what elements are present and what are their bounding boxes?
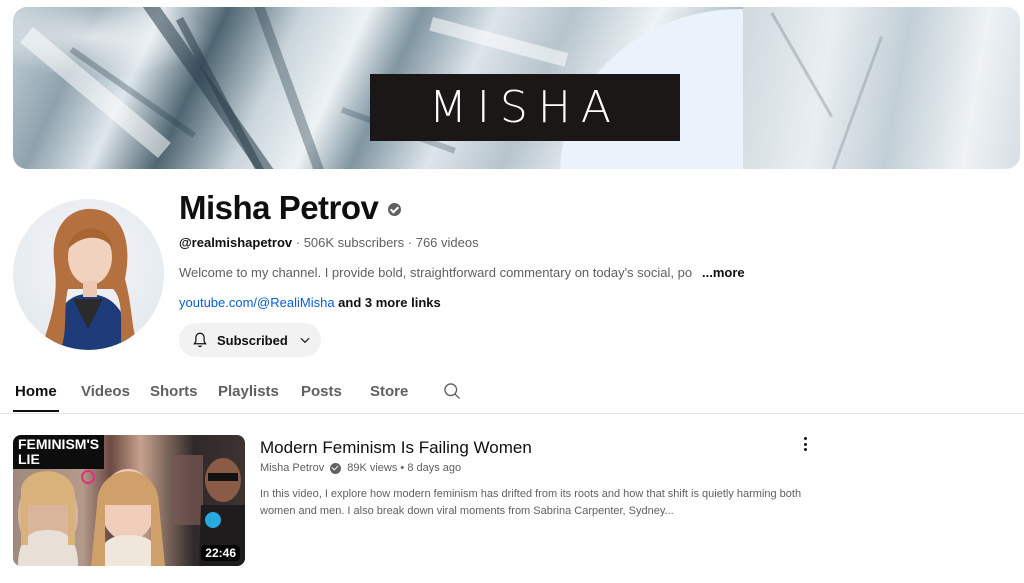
bell-icon [193,332,207,348]
video-count: 766 videos [415,235,479,250]
channel-tabs: Home Videos Shorts Playlists Posts Store [0,370,1024,414]
thumbnail-text: FEMINISM'S LIE [13,435,105,469]
channel-description: Welcome to my channel. I provide bold, s… [179,265,693,280]
subscribed-label: Subscribed [217,332,288,348]
verified-check-icon [330,462,342,474]
subscribed-button[interactable]: Subscribed [179,323,321,357]
channel-logo: MISHA [370,74,680,141]
tab-store[interactable]: Store [370,383,408,400]
channel-banner: MISHA [13,7,1020,169]
channel-handle: @realmishapetrov [179,235,293,250]
tab-posts[interactable]: Posts [301,383,342,400]
channel-meta: @realmishapetrov · 506K subscribers · 76… [179,235,479,250]
more-link[interactable]: ...more [702,265,745,280]
subscriber-count: 506K subscribers [303,235,405,250]
video-duration: 22:46 [201,545,240,561]
channel-avatar[interactable] [13,199,164,350]
search-icon[interactable] [442,381,462,401]
tab-videos[interactable]: Videos [81,383,130,400]
video-title[interactable]: Modern Feminism Is Failing Women [260,438,532,458]
channel-links: youtube.com/@RealiMisha and 3 more links [179,295,441,310]
video-age: 8 days ago [407,462,462,474]
video-meta: Misha Petrov 89K views • 8 days ago [260,462,462,474]
video-views: 89K views [347,462,398,474]
more-vert-icon[interactable] [798,434,812,454]
active-tab-indicator [13,410,59,412]
channel-name: Misha Petrov [179,189,379,226]
tab-shorts[interactable]: Shorts [150,383,198,400]
tab-playlists[interactable]: Playlists [218,383,279,400]
more-links[interactable]: and 3 more links [338,295,441,310]
chevron-down-icon [300,337,310,344]
video-description: In this video, I explore how modern femi… [260,488,802,517]
video-channel[interactable]: Misha Petrov [260,462,324,474]
video-thumbnail[interactable]: FEMINISM'S LIE 22:46 [13,435,245,566]
tab-home[interactable]: Home [15,383,57,400]
channel-link[interactable]: youtube.com/@RealiMisha [179,295,335,310]
verified-check-icon [388,203,401,216]
